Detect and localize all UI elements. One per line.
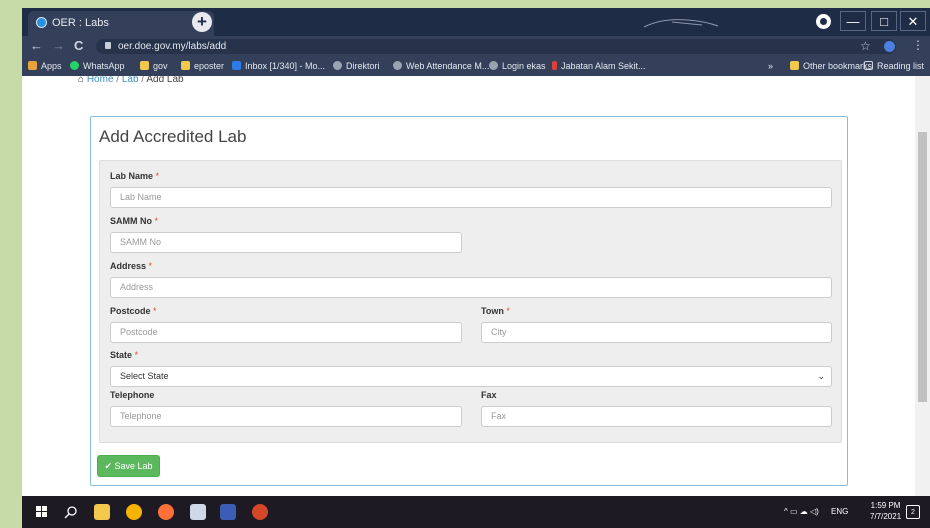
folder-icon bbox=[140, 61, 149, 70]
bookmark-eposter[interactable]: eposter bbox=[181, 61, 224, 71]
breadcrumb-home[interactable]: Home bbox=[87, 76, 114, 85]
firefox-icon[interactable] bbox=[158, 504, 174, 520]
favicon-icon bbox=[36, 17, 47, 28]
bookmark-inbox[interactable]: Inbox [1/340] - Mo... bbox=[232, 61, 325, 71]
bookmark-other[interactable]: Other bookmarks bbox=[790, 61, 872, 71]
page-title: Add Accredited Lab bbox=[99, 127, 247, 146]
profile-avatar-icon[interactable] bbox=[816, 14, 831, 29]
lab-name-label: Lab Name * bbox=[110, 171, 160, 181]
globe-icon bbox=[489, 61, 498, 70]
samm-no-input[interactable]: SAMM No bbox=[110, 232, 462, 253]
windows-start-icon[interactable] bbox=[36, 506, 48, 518]
document-app-icon[interactable] bbox=[190, 504, 206, 520]
browser-menu-icon[interactable]: ⋮ bbox=[912, 38, 924, 52]
maximize-button[interactable]: □ bbox=[871, 11, 897, 31]
bookmark-direktori[interactable]: Direktori bbox=[333, 61, 380, 71]
browser-window: OER : Labs × + — □ ✕ ← → C oer.doe.gov.m… bbox=[22, 8, 930, 496]
minimize-button[interactable]: — bbox=[840, 11, 866, 31]
state-label: State * bbox=[110, 350, 139, 360]
back-icon[interactable]: ← bbox=[30, 38, 43, 53]
new-tab-button[interactable]: + bbox=[192, 12, 212, 32]
bookmark-star-icon[interactable]: ☆ bbox=[860, 39, 871, 53]
address-label: Address * bbox=[110, 261, 153, 271]
file-explorer-icon[interactable] bbox=[94, 504, 110, 520]
browser-tab[interactable]: OER : Labs × bbox=[28, 11, 214, 36]
system-tray-icons[interactable]: ^ ▭ ☁ ◁) bbox=[784, 507, 819, 516]
close-window-button[interactable]: ✕ bbox=[900, 11, 926, 31]
language-indicator[interactable]: ENG bbox=[831, 507, 848, 516]
clock-date: 7/7/2021 bbox=[870, 512, 902, 521]
postcode-input[interactable]: Postcode bbox=[110, 322, 462, 343]
chevron-down-icon: ⌄ bbox=[817, 371, 825, 381]
bookmark-whatsapp[interactable]: WhatsApp bbox=[70, 61, 125, 71]
folder-icon bbox=[790, 61, 799, 70]
reading-list[interactable]: Reading list bbox=[864, 61, 924, 71]
lab-name-input[interactable]: Lab Name bbox=[110, 187, 832, 208]
jas-logo-icon bbox=[552, 61, 557, 70]
globe-icon bbox=[393, 61, 402, 70]
scrollbar-thumb[interactable] bbox=[918, 132, 927, 402]
bookmark-gov[interactable]: gov bbox=[140, 61, 168, 71]
tab-title: OER : Labs bbox=[52, 17, 109, 29]
address-input[interactable]: Address bbox=[110, 277, 832, 298]
lock-icon bbox=[105, 42, 111, 49]
extension-icon[interactable] bbox=[884, 41, 895, 52]
url-text: oer.doe.gov.my/labs/add bbox=[118, 41, 227, 52]
home-icon: ⌂ bbox=[78, 76, 85, 85]
bookmark-web-attendance[interactable]: Web Attendance M... bbox=[393, 61, 489, 71]
tab-strip: OER : Labs × + — □ ✕ bbox=[22, 8, 930, 36]
save-lab-label: Save Lab bbox=[114, 461, 153, 471]
page-content: ⌂ Home / Lab / Add Lab Add Accredited La… bbox=[22, 76, 915, 496]
windows-taskbar: ^ ▭ ☁ ◁) ENG 1:59 PM 7/7/2021 2 bbox=[22, 496, 930, 528]
powerpoint-icon[interactable] bbox=[252, 504, 268, 520]
samm-no-label: SAMM No * bbox=[110, 216, 159, 226]
outlook-icon bbox=[232, 61, 241, 70]
town-label: Town * bbox=[481, 306, 510, 316]
car-theme-icon bbox=[643, 19, 719, 28]
whatsapp-icon bbox=[70, 61, 79, 70]
fax-label: Fax bbox=[481, 390, 497, 400]
telephone-label: Telephone bbox=[110, 390, 155, 400]
bookmarks-bar: Apps WhatsApp gov eposter Inbox [1/340] … bbox=[22, 57, 930, 76]
lab-form: Lab Name * Lab Name SAMM No * SAMM No Ad… bbox=[99, 160, 842, 443]
globe-icon bbox=[333, 61, 342, 70]
town-input[interactable]: City bbox=[481, 322, 832, 343]
reading-list-icon bbox=[864, 61, 873, 70]
fax-input[interactable]: Fax bbox=[481, 406, 832, 427]
bookmark-jabatan[interactable]: Jabatan Alam Sekit... bbox=[552, 61, 646, 71]
address-bar-row: ← → C oer.doe.gov.my/labs/add ☆ ⋮ bbox=[22, 36, 930, 57]
bookmark-login-ekas[interactable]: Login ekas bbox=[489, 61, 546, 71]
breadcrumb: ⌂ Home / Lab / Add Lab bbox=[78, 76, 184, 85]
apps-grid-icon bbox=[28, 61, 37, 70]
url-input[interactable]: oer.doe.gov.my/labs/add bbox=[96, 39, 896, 54]
bookmark-apps[interactable]: Apps bbox=[28, 61, 62, 71]
chrome-icon[interactable] bbox=[126, 504, 142, 520]
clock-time: 1:59 PM bbox=[870, 501, 901, 510]
check-icon: ✔ bbox=[104, 461, 112, 471]
clock[interactable]: 1:59 PM 7/7/2021 bbox=[870, 500, 901, 522]
telephone-input[interactable]: Telephone bbox=[110, 406, 462, 427]
breadcrumb-current: Add Lab bbox=[146, 76, 184, 85]
add-lab-panel: Add Accredited Lab Lab Name * Lab Name S… bbox=[90, 116, 848, 486]
reload-icon[interactable]: C bbox=[74, 38, 83, 53]
folder-icon bbox=[181, 61, 190, 70]
postcode-label: Postcode * bbox=[110, 306, 157, 316]
state-select[interactable]: Select State ⌄ bbox=[110, 366, 832, 387]
notification-icon[interactable]: 2 bbox=[906, 505, 920, 519]
state-selected: Select State bbox=[120, 371, 169, 381]
calendar-app-icon[interactable] bbox=[220, 504, 236, 520]
save-lab-button[interactable]: ✔ Save Lab bbox=[97, 455, 160, 477]
bookmarks-more-icon[interactable]: » bbox=[768, 61, 773, 71]
page-scrollbar[interactable] bbox=[915, 76, 930, 496]
breadcrumb-lab[interactable]: Lab bbox=[122, 76, 139, 85]
search-icon[interactable] bbox=[64, 505, 78, 519]
forward-icon[interactable]: → bbox=[52, 38, 65, 53]
